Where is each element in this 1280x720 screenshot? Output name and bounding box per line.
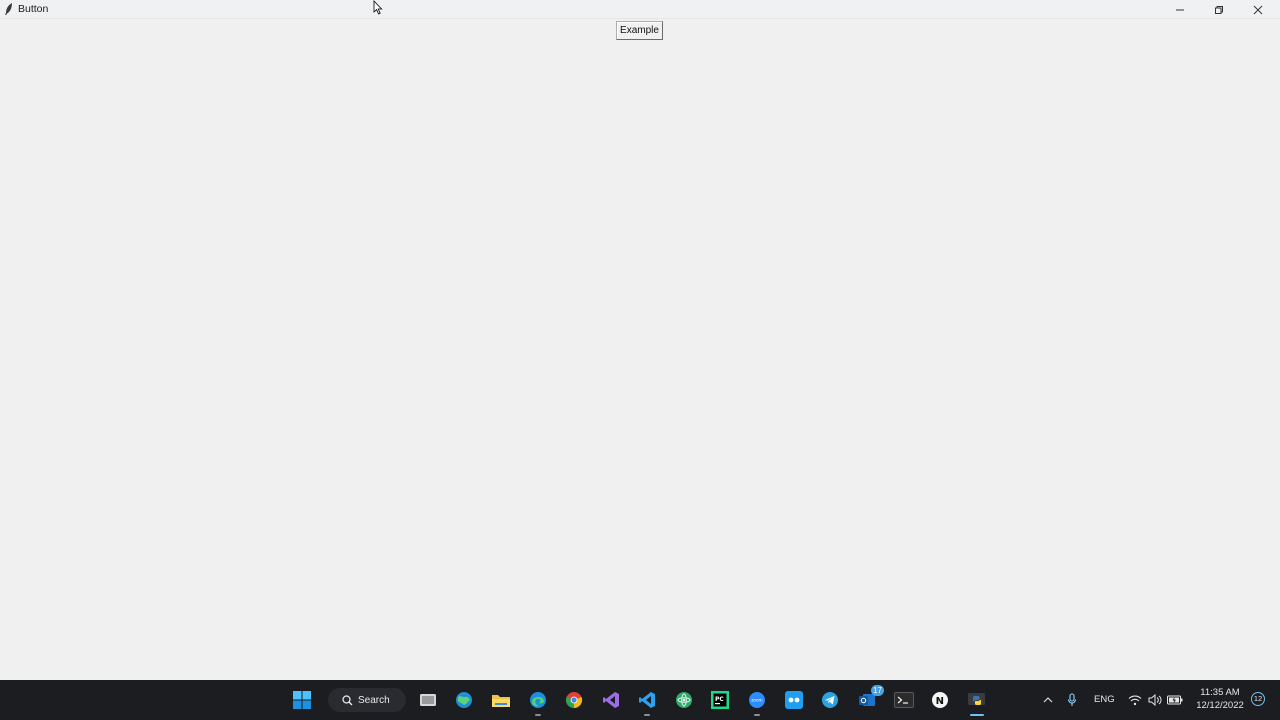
notion-letter: N [936, 696, 944, 707]
search-label: Search [358, 694, 390, 706]
notification-center-badge[interactable]: 12 [1251, 692, 1265, 706]
battery-charging-icon [1167, 695, 1183, 705]
volume-icon [1148, 694, 1162, 706]
vscode-icon [639, 692, 655, 708]
taskbar-telegram[interactable] [817, 688, 843, 712]
search-icon [342, 694, 353, 705]
start-button[interactable] [289, 688, 315, 712]
pycharm-letters: PC [715, 696, 724, 703]
taskbar-pycharm[interactable]: PC [707, 688, 733, 712]
window-title: Button [18, 3, 49, 15]
chevron-up-icon [1043, 697, 1053, 703]
python-icon [968, 693, 985, 705]
taskbar-outlook[interactable]: 17 [854, 685, 884, 712]
edge-icon [530, 692, 546, 708]
file-explorer-icon [492, 694, 510, 707]
meet-icon [785, 691, 803, 709]
taskbar: Search PC zoom 17 N ENG [0, 680, 1280, 720]
notion-icon: N [932, 692, 948, 708]
close-button[interactable] [1238, 0, 1278, 19]
taskbar-edge[interactable] [525, 688, 551, 716]
app-window: Button Example [0, 0, 1280, 680]
tray-wifi[interactable] [1124, 688, 1146, 712]
taskbar-zoom[interactable]: zoom [744, 688, 770, 716]
clock-date: 12/12/2022 [1196, 700, 1244, 711]
taskbar-terminal[interactable] [891, 688, 917, 712]
taskbar-file-explorer[interactable] [488, 688, 514, 712]
language-indicator[interactable]: ENG [1094, 694, 1115, 705]
task-view-icon [420, 694, 436, 706]
outlook-badge: 17 [871, 685, 884, 696]
tray-volume[interactable] [1144, 688, 1166, 712]
title-bar[interactable]: Button [0, 0, 1280, 19]
taskbar-clock[interactable]: 11:35 AM 12/12/2022 [1188, 686, 1252, 712]
taskbar-search[interactable]: Search [328, 688, 406, 712]
example-button[interactable]: Example [616, 21, 663, 40]
taskbar-python[interactable] [964, 688, 990, 716]
zoom-label: zoom [751, 698, 762, 703]
start-icon [293, 691, 311, 709]
feather-icon [5, 3, 12, 15]
restore-icon [1215, 5, 1223, 14]
restore-button[interactable] [1199, 0, 1239, 19]
minimize-icon [1176, 9, 1184, 10]
microphone-icon [1067, 693, 1077, 706]
taskbar-task-view[interactable] [415, 688, 441, 712]
minimize-button[interactable] [1160, 0, 1200, 19]
taskbar-notion[interactable]: N [927, 688, 953, 712]
taskbar-vscode[interactable] [634, 688, 660, 716]
telegram-icon [822, 692, 838, 708]
taskbar-browser-globe[interactable] [451, 688, 477, 712]
tray-microphone[interactable] [1060, 688, 1084, 712]
close-icon [1253, 5, 1263, 14]
taskbar-atom[interactable] [671, 688, 697, 712]
atom-icon [676, 692, 692, 708]
browser-globe-icon [456, 692, 472, 708]
tray-overflow-button[interactable] [1036, 688, 1060, 712]
pycharm-icon: PC [711, 691, 729, 709]
zoom-icon: zoom [749, 692, 765, 708]
visual-studio-icon [603, 692, 619, 708]
clock-time: 11:35 AM [1200, 687, 1240, 698]
taskbar-chrome[interactable] [561, 688, 587, 712]
window-client-area: Example [0, 19, 1280, 680]
terminal-icon [894, 692, 914, 708]
tray-battery[interactable] [1164, 688, 1186, 712]
taskbar-meet[interactable] [781, 688, 807, 712]
chrome-icon [565, 692, 583, 709]
wifi-icon [1128, 695, 1142, 706]
taskbar-visual-studio[interactable] [598, 688, 624, 712]
